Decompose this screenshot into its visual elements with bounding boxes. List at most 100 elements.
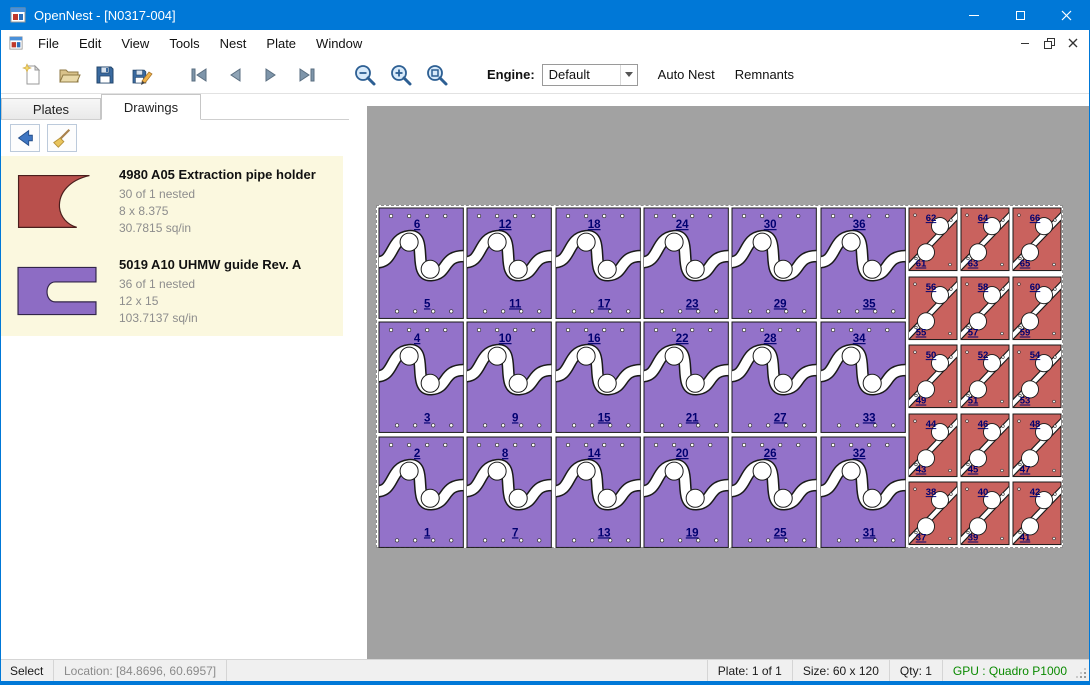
nest-cell[interactable]: 21 [377, 435, 465, 549]
nest-cell[interactable]: 5049 [907, 343, 959, 412]
part-number: 53 [1020, 396, 1031, 407]
nest-cell[interactable]: 1817 [554, 206, 642, 320]
nest-cell[interactable]: 58 57 [959, 275, 1011, 344]
red-part-pair: 6665 [1011, 206, 1063, 275]
open-button[interactable] [51, 60, 87, 90]
zoom-in-button[interactable] [383, 60, 419, 90]
nest-cell[interactable]: 6665 [1011, 206, 1063, 275]
red-part-pair: 5453 [1011, 343, 1063, 412]
nest-cell[interactable]: 3433 [819, 320, 907, 434]
nest-cell[interactable]: 2625 [730, 435, 818, 549]
nest-plate[interactable]: 6512111817242330293635431091615222128273… [376, 205, 1063, 548]
nest-cell[interactable]: 6463 [959, 206, 1011, 275]
nest-cell[interactable]: 2019 [642, 435, 730, 549]
mdi-restore-button[interactable] [1038, 33, 1060, 53]
nest-cell[interactable]: 4039 [959, 480, 1011, 549]
part-number: 18 [587, 219, 600, 231]
app-window: OpenNest - [N0317-004] File Edit View To… [0, 0, 1090, 685]
red-part-pair: 5049 [907, 343, 959, 412]
part-nested-count: 30 of 1 nested [119, 186, 316, 203]
main-toolbar: Engine: Default Auto Nest Remnants [1, 56, 1089, 94]
part-number: 16 [587, 334, 600, 346]
auto-nest-button[interactable]: Auto Nest [658, 67, 715, 82]
previous-plate-button[interactable] [217, 60, 253, 90]
nest-cell[interactable]: 2423 [642, 206, 730, 320]
remnants-button[interactable]: Remnants [735, 67, 794, 82]
nest-cell[interactable]: 43 [377, 320, 465, 434]
zoom-out-button[interactable] [347, 60, 383, 90]
drawing-list-item[interactable]: 5019 A10 UHMW guide Rev. A 36 of 1 neste… [1, 246, 343, 336]
tab-plates[interactable]: Plates [1, 98, 101, 120]
part-number: 62 [926, 213, 937, 224]
close-button[interactable] [1043, 0, 1089, 30]
nest-cell[interactable]: 5251 [959, 343, 1011, 412]
mdi-close-button[interactable] [1062, 33, 1084, 53]
part-nested-count: 36 of 1 nested [119, 276, 301, 293]
nest-cell[interactable]: 65 [377, 206, 465, 320]
nest-cell[interactable]: 3837 [907, 480, 959, 549]
part-thumbnail [13, 255, 109, 327]
new-button[interactable] [15, 60, 51, 90]
zoom-fit-button[interactable] [419, 60, 455, 90]
workspace[interactable]: 6512111817242330293635431091615222128273… [367, 106, 1089, 659]
nest-cell[interactable]: 6059 [1011, 275, 1063, 344]
nest-cell[interactable]: 4847 [1011, 412, 1063, 481]
minimize-button[interactable] [951, 0, 997, 30]
tab-drawings[interactable]: Drawings [101, 94, 201, 120]
nest-cell[interactable]: 1615 [554, 320, 642, 434]
part-number: 57 [968, 327, 979, 338]
nest-cell[interactable]: 2827 [730, 320, 818, 434]
engine-select[interactable]: Default [542, 64, 638, 86]
menu-edit[interactable]: Edit [69, 32, 111, 55]
nest-cell[interactable]: 1413 [554, 435, 642, 549]
back-arrow-button[interactable] [10, 124, 40, 152]
nest-cell[interactable]: 3029 [730, 206, 818, 320]
nest-cell[interactable]: 5453 [1011, 343, 1063, 412]
status-mode: Select [1, 660, 53, 681]
drawing-list-item[interactable]: 4980 A05 Extraction pipe holder 30 of 1 … [1, 156, 343, 246]
nest-canvas[interactable]: 6512111817242330293635431091615222128273… [349, 94, 1089, 659]
nest-cell[interactable]: 3635 [819, 206, 907, 320]
menu-window[interactable]: Window [306, 32, 372, 55]
save-button[interactable] [87, 60, 123, 90]
part-number: 3 [424, 413, 430, 425]
nest-cell[interactable]: 2221 [642, 320, 730, 434]
nest-cell[interactable]: 5655 [907, 275, 959, 344]
nest-cell[interactable]: 1211 [465, 206, 553, 320]
nest-cell[interactable]: 4645 [959, 412, 1011, 481]
red-part-pair: 4645 [959, 412, 1011, 481]
part-number: 20 [676, 448, 689, 460]
menu-nest[interactable]: Nest [210, 32, 257, 55]
menu-tools[interactable]: Tools [159, 32, 209, 55]
part-number: 25 [774, 527, 787, 539]
next-plate-button[interactable] [253, 60, 289, 90]
nest-cell[interactable]: 4241 [1011, 480, 1063, 549]
engine-label: Engine: [487, 67, 535, 82]
status-gpu: GPU : Quadro P1000 [943, 660, 1077, 681]
nest-cell[interactable]: 87 [465, 435, 553, 549]
app-icon [10, 7, 26, 23]
save-as-button[interactable] [123, 60, 159, 90]
purple-part-pair: 3029 [730, 206, 818, 320]
nest-cell[interactable]: 6261 [907, 206, 959, 275]
resize-grip[interactable] [1077, 660, 1089, 681]
red-part-pair: 3837 [907, 480, 959, 549]
purple-part-pair: 87 [465, 435, 553, 549]
uhmw-guide-shape [13, 262, 101, 320]
chevron-down-icon[interactable] [620, 65, 637, 85]
nest-cell[interactable]: 3231 [819, 435, 907, 549]
menu-plate[interactable]: Plate [256, 32, 306, 55]
mdi-minimize-button[interactable] [1014, 33, 1036, 53]
broom-button[interactable] [47, 124, 77, 152]
part-number: 58 [978, 282, 989, 293]
drawings-toolbar [1, 120, 349, 156]
menu-file[interactable]: File [28, 32, 69, 55]
last-plate-button[interactable] [289, 60, 325, 90]
red-part-pair: 5655 [907, 275, 959, 344]
first-plate-button[interactable] [181, 60, 217, 90]
nest-cell[interactable]: 109 [465, 320, 553, 434]
nest-cell[interactable]: 4443 [907, 412, 959, 481]
maximize-button[interactable] [997, 0, 1043, 30]
part-number: 12 [499, 219, 512, 231]
menu-view[interactable]: View [111, 32, 159, 55]
